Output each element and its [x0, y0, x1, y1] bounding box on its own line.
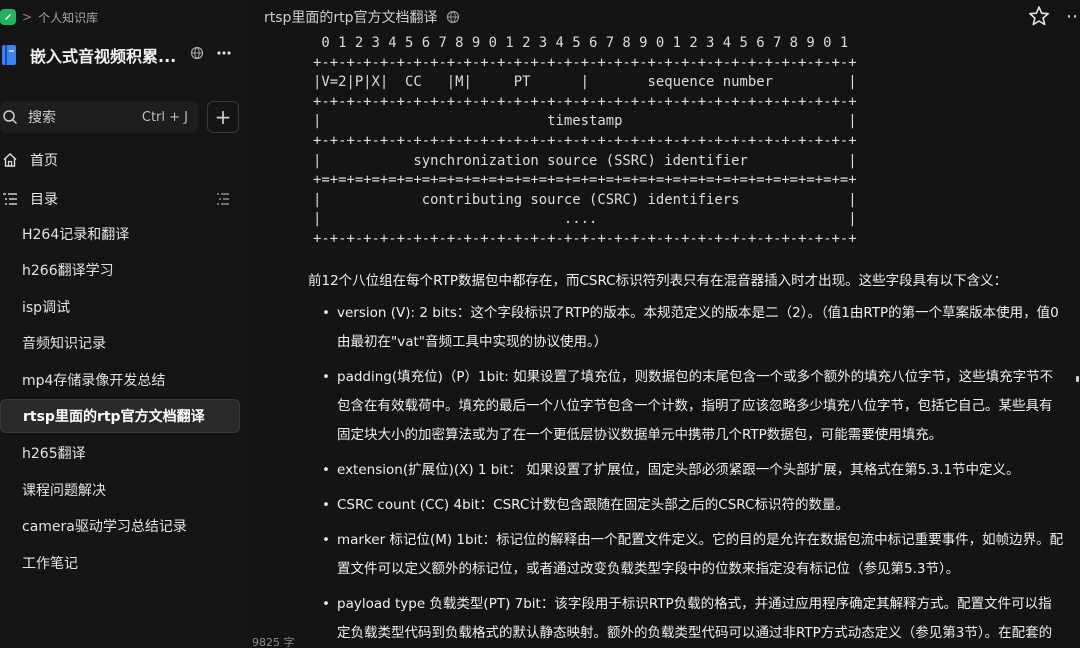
doc-label: h265翻译 [22, 446, 86, 462]
doc-label: rtsp里面的rtp官方文档翻译 [23, 409, 205, 425]
doc-label: 课程问题解决 [22, 483, 106, 499]
doc-label: 工作笔记 [22, 556, 78, 572]
kb-actions [190, 46, 232, 60]
kb-header: 嵌入式音视频积累... [0, 40, 252, 70]
star-icon[interactable] [1028, 5, 1050, 27]
sidebar-doc-item[interactable]: 音频知识记录 [0, 326, 240, 360]
globe-icon[interactable] [190, 46, 204, 60]
sidebar-doc-item[interactable]: 工作笔记 [0, 546, 240, 580]
breadcrumb-separator: > [22, 10, 33, 24]
sidebar-doc-item-active[interactable]: rtsp里面的rtp官方文档翻译 [0, 399, 240, 433]
search-shortcut: Ctrl + J [141, 109, 188, 125]
header-more-button[interactable]: ⋯ [1066, 6, 1080, 27]
add-button[interactable]: + [207, 101, 239, 133]
sidebar-doc-item[interactable]: isp调试 [0, 290, 240, 324]
doc-label: mp4存储录像开发总结 [22, 373, 166, 389]
kb-title[interactable]: 嵌入式音视频积累... [30, 43, 190, 67]
doc-label: H264记录和翻译 [22, 227, 130, 243]
search-placeholder: 搜索 [28, 110, 56, 126]
intro-paragraph: 前12个八位组在每个RTP数据包中都存在，而CSRC标识符列表只有在混音器插入时… [308, 272, 1008, 289]
sidebar-doc-item[interactable]: h266翻译学习 [0, 253, 240, 287]
home-label: 首页 [30, 153, 58, 169]
doc-header: rtsp里面的rtp官方文档翻译 [264, 6, 460, 28]
sidebar-doc-item[interactable]: camera驱动学习总结记录 [0, 509, 240, 543]
list-item: padding(填充位)（P）1bit: 如果设置了填充位，则数据包的末尾包含一… [300, 363, 1065, 450]
search-icon [3, 110, 18, 125]
sidebar-item-home[interactable]: 首页 [0, 145, 240, 175]
list-item: version (V): 2 bits：这个字段标识了RTP的版本。本规范定义的… [300, 299, 1065, 357]
scrollbar-thumb[interactable] [1076, 376, 1079, 382]
sidebar-doc-item[interactable]: H264记录和翻译 [0, 217, 240, 251]
sidebar-doc-item[interactable]: 课程问题解决 [0, 473, 240, 507]
search-input[interactable]: 搜索 Ctrl + J [0, 101, 198, 133]
document-body: 0 1 2 3 4 5 6 7 8 9 0 1 2 3 4 5 6 7 8 9 … [300, 34, 1080, 648]
doc-label: camera驱动学习总结记录 [22, 519, 187, 535]
sidebar-doc-item[interactable]: h265翻译 [0, 436, 240, 470]
field-list: version (V): 2 bits：这个字段标识了RTP的版本。本规范定义的… [300, 299, 1080, 648]
sidebar: > 个人知识库 嵌入式音视频积累... 搜索 Ctrl + J + 首页 目录 … [0, 0, 252, 648]
breadcrumb[interactable]: > 个人知识库 [0, 6, 98, 28]
sidebar-doc-item[interactable]: mp4存储录像开发总结 [0, 363, 240, 397]
breadcrumb-kb-link[interactable]: 个人知识库 [38, 9, 98, 26]
list-item: extension(扩展位)(X) 1 bit： 如果设置了扩展位，固定头部必须… [300, 456, 1065, 485]
rtp-header-diagram: 0 1 2 3 4 5 6 7 8 9 0 1 2 3 4 5 6 7 8 9 … [313, 35, 857, 247]
doc-label: h266翻译学习 [22, 263, 114, 279]
home-icon [3, 153, 17, 167]
outline-toggle-icon[interactable] [216, 192, 230, 206]
word-count: 9825 字 [252, 636, 295, 648]
list-item: CSRC count (CC) 4bit：CSRC计数包含跟随在固定头部之后的C… [300, 491, 1065, 520]
sidebar-item-toc[interactable]: 目录 [0, 184, 240, 214]
more-icon[interactable] [216, 46, 232, 60]
doc-label: isp调试 [22, 300, 71, 316]
list-item: payload type 负载类型(PT) 7bit：该字段用于标识RTP负载的… [300, 590, 1065, 648]
doc-title[interactable]: rtsp里面的rtp官方文档翻译 [264, 7, 438, 27]
doc-label: 音频知识记录 [22, 336, 106, 352]
toc-icon [3, 193, 17, 205]
app-logo-icon [0, 9, 16, 25]
toc-label: 目录 [30, 192, 58, 208]
list-item: marker 标记位(M) 1bit：标记位的解释由一个配置文件定义。它的目的是… [300, 526, 1065, 584]
globe-icon[interactable] [446, 10, 460, 24]
book-icon [2, 45, 16, 65]
